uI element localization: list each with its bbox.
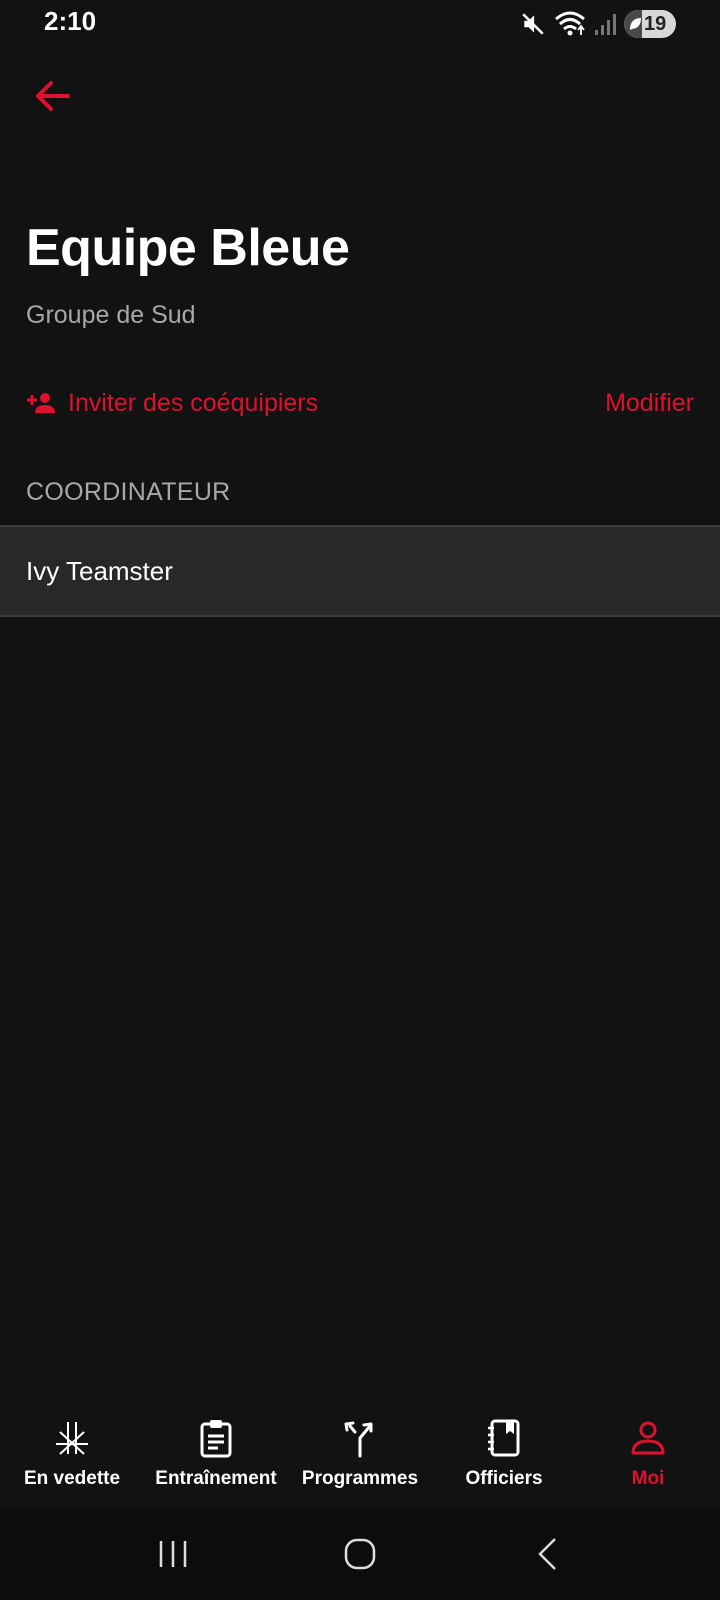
home-icon bbox=[344, 1538, 376, 1570]
page-title: Equipe Bleue bbox=[26, 219, 350, 277]
invite-teammates-button[interactable]: Inviter des coéquipiers bbox=[26, 383, 318, 423]
back-arrow-icon bbox=[36, 81, 70, 111]
member-row[interactable]: Ivy Teamster bbox=[0, 525, 720, 617]
nav-item-featured[interactable]: En vedette bbox=[0, 1412, 144, 1508]
status-time: 2:10 bbox=[44, 6, 97, 36]
signal-icon bbox=[594, 12, 616, 36]
nav-label-featured: En vedette bbox=[23, 1468, 121, 1489]
battery-level: 19 bbox=[644, 13, 667, 35]
nav-label-training: Entraînement bbox=[155, 1468, 277, 1489]
merge-arrows-icon bbox=[344, 1421, 373, 1458]
recent-apps-icon bbox=[160, 1541, 187, 1567]
mute-icon bbox=[520, 11, 546, 37]
member-name: Ivy Teamster bbox=[26, 555, 173, 586]
recent-apps-button[interactable] bbox=[143, 1524, 203, 1584]
status-icons: 19 bbox=[520, 8, 676, 40]
section-header-coordinator: COORDINATEUR bbox=[26, 478, 231, 506]
nav-label-officials: Officiers bbox=[465, 1468, 543, 1489]
nav-label-me: Moi bbox=[631, 1468, 665, 1489]
home-button[interactable] bbox=[330, 1524, 390, 1584]
nav-item-officials[interactable]: Officiers bbox=[432, 1412, 576, 1508]
member-list: Ivy Teamster bbox=[0, 525, 720, 617]
back-button[interactable] bbox=[30, 74, 74, 118]
edit-label: Modifier bbox=[605, 388, 694, 417]
notebook-icon bbox=[488, 1419, 520, 1457]
edit-button[interactable]: Modifier bbox=[605, 383, 694, 423]
system-nav-bar bbox=[0, 1508, 720, 1600]
featured-icon bbox=[56, 1422, 88, 1455]
bottom-nav: En vedette Entraînement Programmes Offic… bbox=[0, 1412, 720, 1508]
chevron-left-icon bbox=[537, 1538, 556, 1570]
battery-icon: 19 bbox=[624, 10, 676, 38]
page-subtitle: Groupe de Sud bbox=[26, 301, 196, 329]
wifi-icon bbox=[554, 10, 586, 38]
nav-item-training[interactable]: Entraînement bbox=[144, 1412, 288, 1508]
nav-item-programs[interactable]: Programmes bbox=[288, 1412, 432, 1508]
invite-label: Inviter des coéquipiers bbox=[68, 388, 319, 417]
nav-label-programs: Programmes bbox=[301, 1468, 419, 1489]
clipboard-icon bbox=[200, 1420, 232, 1458]
status-bar: 2:10 19 bbox=[0, 0, 720, 48]
system-back-button[interactable] bbox=[517, 1524, 577, 1584]
add-person-icon bbox=[27, 393, 55, 413]
nav-item-me[interactable]: Moi bbox=[576, 1412, 720, 1508]
person-icon bbox=[631, 1421, 665, 1455]
